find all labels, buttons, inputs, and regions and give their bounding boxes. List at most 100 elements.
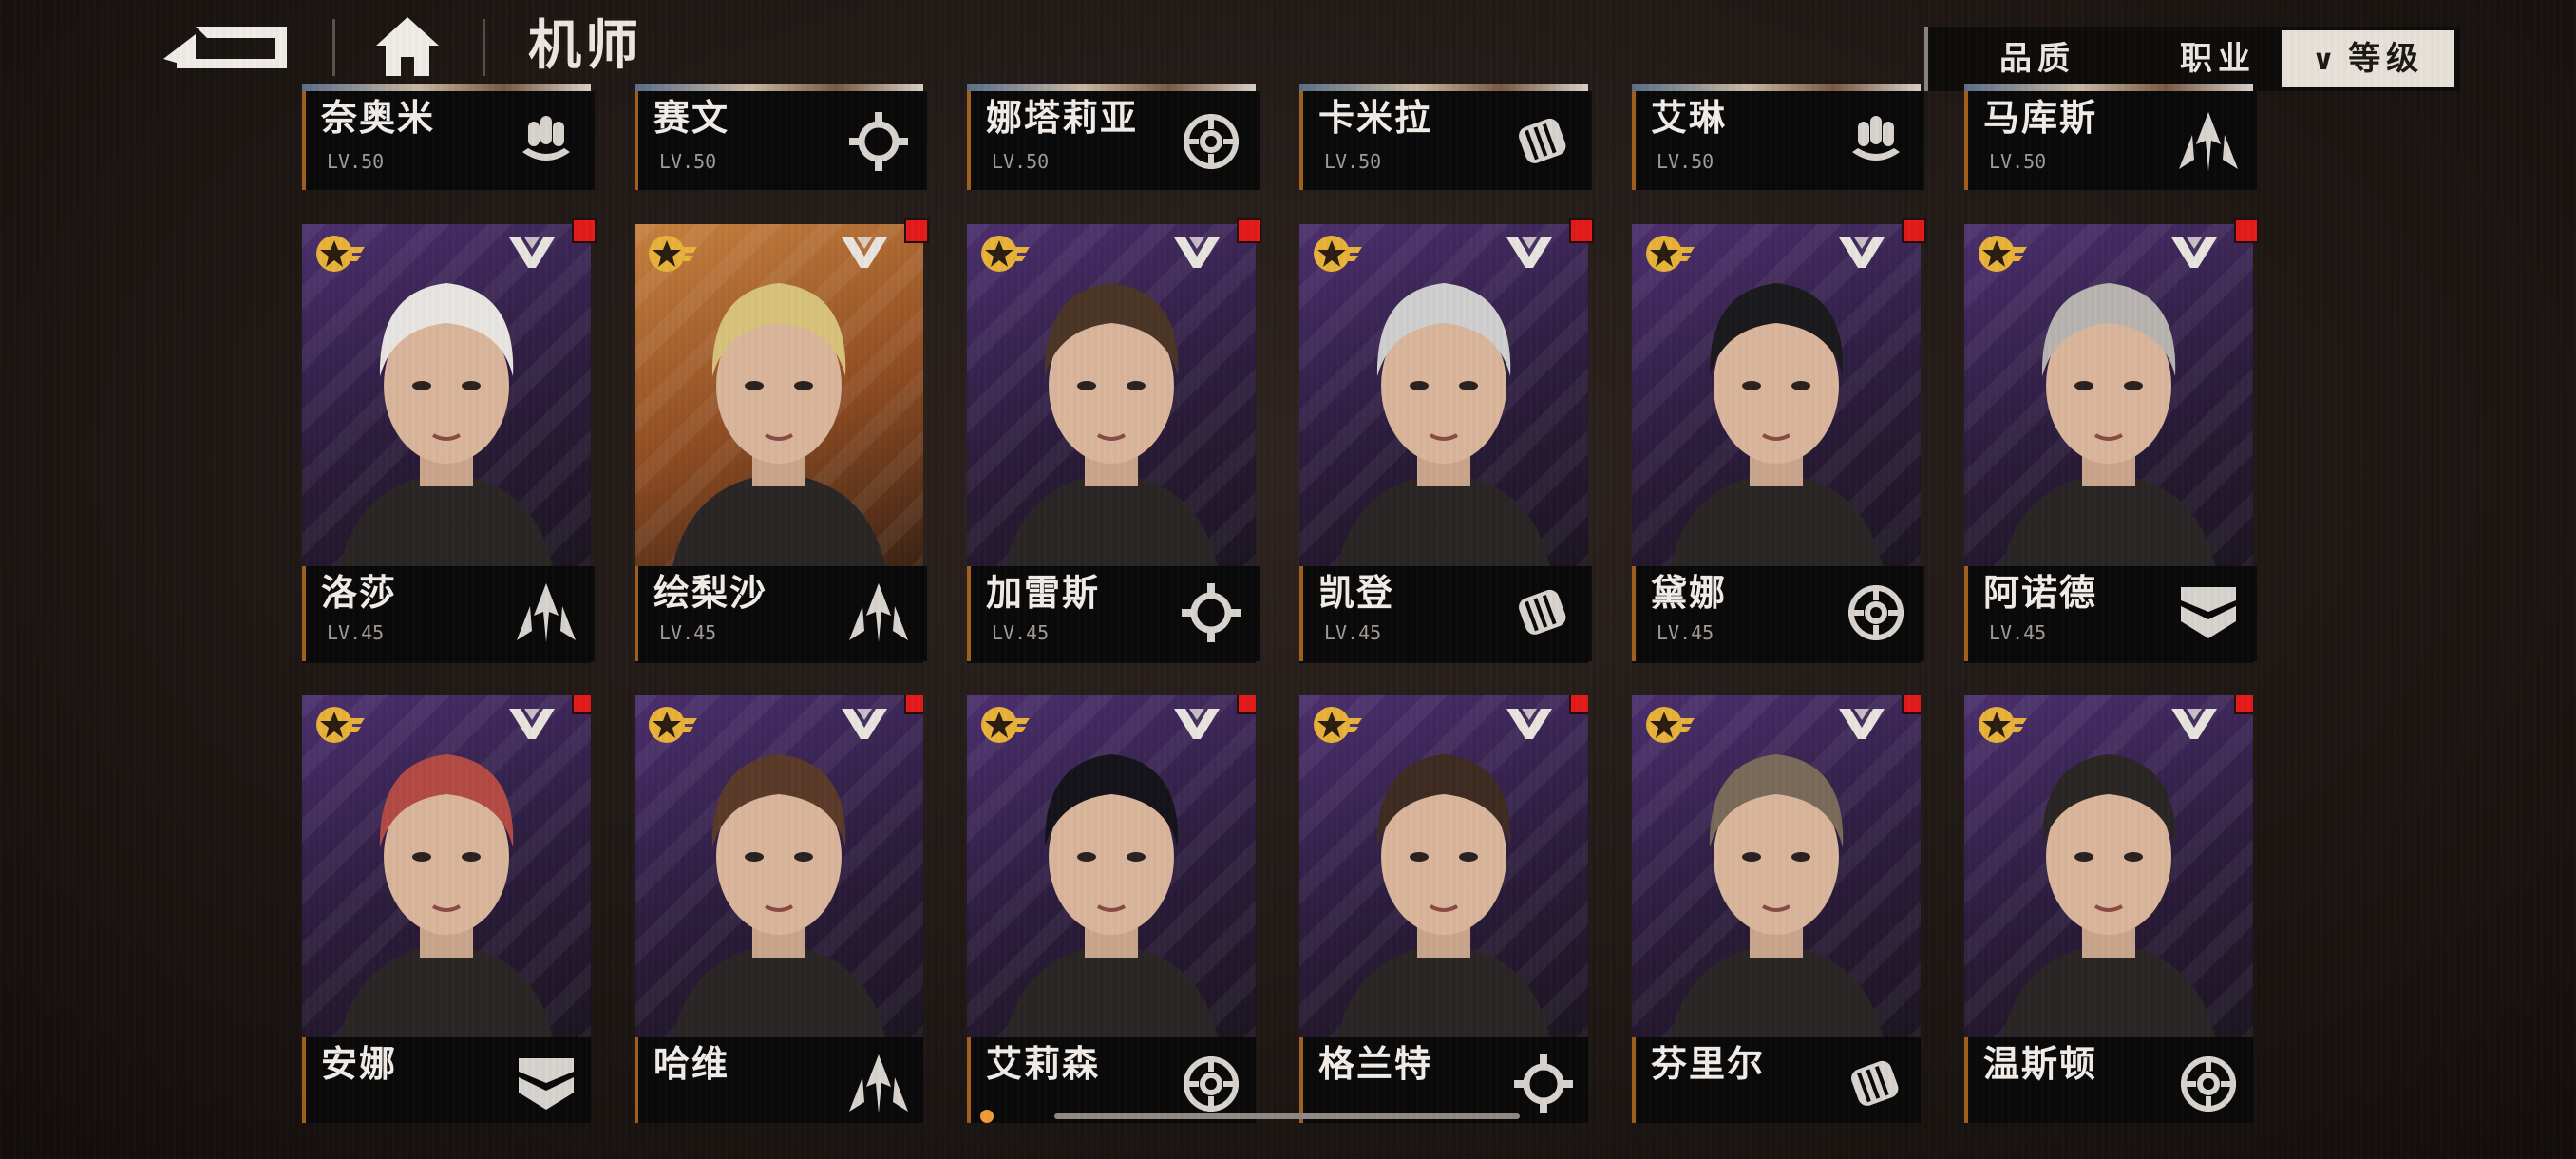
pilot-name: 温斯顿 [1983, 1043, 2098, 1085]
new-notification-dot [1569, 695, 1588, 714]
rocket-cluster-icon [522, 116, 570, 161]
name-bar: 哈维 [635, 1037, 923, 1123]
pilot-portrait [1337, 754, 1550, 1037]
pilot-portrait [1337, 283, 1550, 566]
name-bar: 奈奥米 LV.50 [302, 91, 595, 190]
pilot-name: 奈奥米 [321, 97, 436, 139]
name-bar: 阿诺德 LV.45 [1964, 566, 2257, 661]
star-rank-badge-icon [316, 236, 365, 272]
pilot-card[interactable]: 格兰特 [1299, 695, 1588, 1123]
pilot-level: LV.50 [1989, 150, 2047, 173]
crosshair-icon [1848, 585, 1904, 640]
home-indicator-bar [1054, 1113, 1520, 1119]
pilot-name: 凯登 [1318, 572, 1395, 614]
pilot-card[interactable]: 加雷斯 LV.45 [967, 218, 1261, 663]
pilot-name: 马库斯 [1983, 97, 2098, 139]
mech-pilot-roster-screen: 机师 品质 职业 ∨ 等级 奈奥米 LV.50 赛文 LV.50 娜塔莉亚 LV.50 卡米拉… [0, 0, 2576, 1159]
pilot-level: LV.45 [1657, 621, 1714, 644]
star-rank-badge-icon [1646, 236, 1695, 272]
card-art [635, 224, 923, 566]
shield-chevron-icon [519, 1058, 574, 1110]
star-rank-badge-icon [649, 236, 697, 272]
pilot-name: 洛莎 [321, 572, 398, 614]
class-rank-icon [1174, 238, 1220, 268]
pilot-portrait [672, 283, 885, 566]
pilot-level: LV.45 [659, 621, 717, 644]
name-bar: 凯登 LV.45 [1299, 566, 1592, 661]
class-rank-icon [842, 238, 887, 268]
pilot-name: 格兰特 [1318, 1043, 1433, 1085]
pilot-card[interactable]: 芬里尔 [1632, 695, 1921, 1123]
class-rank-icon [1506, 238, 1552, 268]
wrench-gear-icon [1514, 1054, 1573, 1113]
crosshair-icon [1184, 1056, 1239, 1112]
card-art [967, 695, 1256, 1037]
star-rank-badge-icon [316, 707, 365, 743]
pilot-name: 加雷斯 [986, 572, 1101, 614]
pilot-card[interactable]: 黛娜 LV.45 [1632, 218, 1926, 663]
pilot-card[interactable]: 艾琳 LV.50 [1632, 84, 1924, 190]
pilot-level: LV.50 [1324, 150, 1382, 173]
pilot-card[interactable]: 马库斯 LV.50 [1964, 84, 2257, 190]
pilot-level: LV.45 [1989, 621, 2047, 644]
star-rank-badge-icon [649, 707, 697, 743]
card-art [302, 224, 591, 566]
arrow-blade-icon [2179, 112, 2238, 171]
new-notification-dot [1237, 695, 1256, 714]
pilot-card[interactable]: 凯登 LV.45 [1299, 218, 1594, 663]
name-bar: 洛莎 LV.45 [302, 566, 595, 661]
pilot-card[interactable]: 温斯顿 [1964, 695, 2253, 1123]
name-bar: 艾莉森 [967, 1037, 1256, 1123]
name-bar: 格兰特 [1299, 1037, 1588, 1123]
new-notification-dot [1569, 218, 1594, 243]
pilot-name: 绘梨沙 [653, 572, 768, 614]
fist-icon [1519, 589, 1566, 635]
new-notification-dot [904, 218, 929, 243]
star-rank-badge-icon [1979, 236, 2027, 272]
name-bar: 黛娜 LV.45 [1632, 566, 1924, 661]
arrow-blade-icon [849, 583, 908, 642]
card-art [635, 695, 923, 1037]
scroll-indicator-dot [980, 1110, 994, 1123]
pilot-portrait [672, 754, 885, 1037]
shield-chevron-icon [2181, 587, 2236, 638]
pilot-card[interactable]: 卡米拉 LV.50 [1299, 84, 1592, 190]
new-notification-dot [572, 218, 597, 243]
card-art [1964, 695, 2253, 1037]
pilot-name: 卡米拉 [1318, 97, 1433, 139]
pilot-card[interactable]: 哈维 [635, 695, 923, 1123]
pilot-card[interactable]: 奈奥米 LV.50 [302, 84, 595, 190]
pilot-name: 赛文 [653, 97, 730, 139]
class-rank-icon [1839, 238, 1885, 268]
pilot-name: 哈维 [653, 1043, 730, 1085]
pilot-card[interactable]: 阿诺德 LV.45 [1964, 218, 2259, 663]
fist-icon [1519, 118, 1566, 163]
pilot-name: 艾琳 [1651, 97, 1728, 139]
card-art [967, 224, 1256, 566]
pilot-name: 阿诺德 [1983, 572, 2098, 614]
rocket-cluster-icon [1852, 116, 1900, 161]
pilot-level: LV.50 [327, 150, 385, 173]
pilot-card[interactable]: 安娜 [302, 695, 591, 1123]
pilot-portrait [2002, 754, 2215, 1037]
name-bar: 赛文 LV.50 [635, 91, 927, 190]
fist-icon [1851, 1060, 1899, 1106]
new-notification-dot [1237, 218, 1261, 243]
pilot-card[interactable]: 绘梨沙 LV.45 [635, 218, 929, 663]
class-rank-icon [1174, 709, 1220, 739]
new-notification-dot [1902, 218, 1926, 243]
pilot-level: LV.45 [327, 621, 385, 644]
star-rank-badge-icon [1314, 236, 1362, 272]
pilot-portrait [1005, 754, 1218, 1037]
pilot-level: LV.50 [1657, 150, 1714, 173]
class-rank-icon [842, 709, 887, 739]
pilot-name: 娜塔莉亚 [986, 97, 1139, 139]
class-rank-icon [2171, 709, 2217, 739]
pilot-card[interactable]: 赛文 LV.50 [635, 84, 927, 190]
pilot-portrait [340, 754, 553, 1037]
pilot-card[interactable]: 艾莉森 [967, 695, 1256, 1123]
pilot-card[interactable]: 洛莎 LV.45 [302, 218, 597, 663]
card-art [1299, 224, 1588, 566]
new-notification-dot [2234, 218, 2259, 243]
pilot-card[interactable]: 娜塔莉亚 LV.50 [967, 84, 1260, 190]
